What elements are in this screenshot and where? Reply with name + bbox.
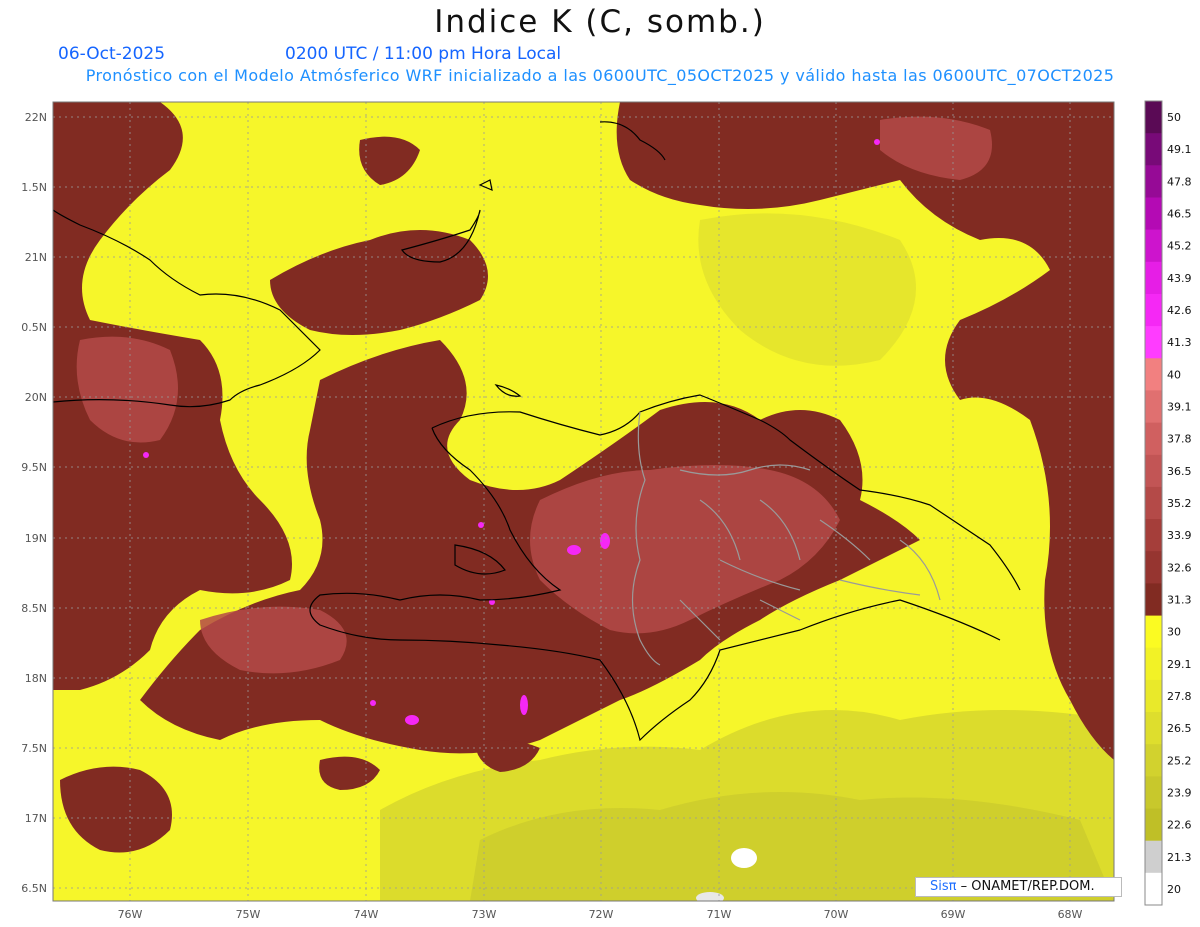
colorbar-swatch — [1145, 647, 1162, 681]
lon-tick: 70W — [824, 908, 849, 921]
colorbar-label: 29.1 — [1167, 658, 1192, 671]
colorbar-label: 30 — [1167, 626, 1181, 639]
colorbar-swatch — [1145, 583, 1162, 617]
colorbar-swatch — [1145, 165, 1162, 198]
lat-tick: 6.5N — [21, 882, 47, 895]
colorbar-swatch — [1145, 486, 1162, 520]
lon-tick: 73W — [472, 908, 497, 921]
colorbar-swatch — [1145, 422, 1162, 456]
map-panel: 22N 1.5N 21N 0.5N 20N 9.5N 19N 8.5N 18N … — [21, 100, 1192, 921]
lat-tick: 7.5N — [21, 742, 47, 755]
colorbar-swatch — [1145, 197, 1162, 231]
colorbar-swatch — [1145, 229, 1162, 263]
colorbar-label: 23.9 — [1167, 786, 1192, 799]
colorbar-swatch — [1145, 358, 1162, 391]
lon-tick: 76W — [118, 908, 143, 921]
lat-tick: 18N — [25, 672, 47, 685]
lon-tick: 69W — [941, 908, 966, 921]
colorbar-swatch — [1145, 294, 1162, 327]
colorbar-label: 21.3 — [1167, 851, 1192, 864]
colorbar-label: 40 — [1167, 368, 1181, 381]
lat-tick: 20N — [25, 391, 47, 404]
lon-tick: 68W — [1058, 908, 1083, 921]
lat-tick: 19N — [25, 532, 47, 545]
lat-tick: 21N — [25, 251, 47, 264]
colorbar-swatch — [1145, 551, 1162, 584]
colorbar-label: 37.8 — [1167, 433, 1192, 446]
lon-tick: 74W — [354, 908, 379, 921]
colorbar-label: 49.1 — [1167, 143, 1192, 156]
colorbar-label: 36.5 — [1167, 465, 1192, 478]
colorbar-label: 33.9 — [1167, 529, 1192, 542]
colorbar-swatch — [1145, 454, 1162, 488]
colorbar-swatch — [1145, 712, 1162, 745]
colorbar-swatch — [1145, 101, 1162, 134]
colorbar-label: 39.1 — [1167, 401, 1192, 414]
colorbar-label: 27.8 — [1167, 690, 1192, 703]
colorbar-label: 50 — [1167, 111, 1181, 124]
lon-tick: 72W — [589, 908, 614, 921]
colorbar-swatch — [1145, 261, 1162, 295]
sispi-logo: Sisπ — [930, 879, 957, 894]
credit-text: – ONAMET/REP.DOM. — [960, 879, 1095, 894]
colorbar-label: 43.9 — [1167, 272, 1192, 285]
lat-tick: 1.5N — [21, 181, 47, 194]
colorbar-label: 31.3 — [1167, 594, 1192, 607]
colorbar-label: 41.3 — [1167, 336, 1192, 349]
latitude-axis: 22N 1.5N 21N 0.5N 20N 9.5N 19N 8.5N 18N … — [21, 111, 47, 895]
colorbar-swatch — [1145, 326, 1162, 359]
colorbar-label: 47.8 — [1167, 175, 1192, 188]
colorbar-label: 25.2 — [1167, 754, 1192, 767]
k-index-field — [53, 102, 1114, 901]
colorbar-label: 22.6 — [1167, 819, 1192, 832]
lat-tick: 9.5N — [21, 461, 47, 474]
colorbar-swatch — [1145, 776, 1162, 810]
lon-tick: 71W — [707, 908, 732, 921]
k-max-spot-1 — [567, 545, 581, 555]
missing-data-patch-2 — [696, 892, 724, 901]
colorbar-swatch — [1145, 519, 1162, 552]
k-max-spot-4 — [520, 695, 528, 715]
colorbar-label: 26.5 — [1167, 722, 1192, 735]
k-max-spot-5 — [143, 452, 149, 458]
lat-tick: 22N — [25, 111, 47, 124]
k-max-spot-3 — [405, 715, 419, 725]
colorbar-swatch — [1145, 615, 1162, 649]
colorbar: 50 49.1 47.8 46.5 45.2 43.9 42.6 41.3 40 39.1 37.8… — [1144, 100, 1192, 906]
credit-box: Sisπ – ONAMET/REP.DOM. — [915, 877, 1122, 897]
lon-tick: 75W — [236, 908, 261, 921]
longitude-axis: 76W 75W 74W 73W 72W 71W 70W 69W 68W — [118, 908, 1083, 921]
lat-tick: 0.5N — [21, 321, 47, 334]
k-max-spot-7 — [478, 522, 484, 528]
colorbar-label: 45.2 — [1167, 240, 1192, 253]
colorbar-label: 46.5 — [1167, 208, 1192, 221]
colorbar-swatch — [1145, 808, 1162, 842]
colorbar-swatch — [1145, 872, 1162, 906]
colorbar-label: 42.6 — [1167, 304, 1192, 317]
colorbar-swatch — [1145, 679, 1162, 713]
k-max-spot-6 — [874, 139, 880, 145]
colorbar-label: 35.2 — [1167, 497, 1192, 510]
colorbar-swatch — [1145, 133, 1162, 166]
colorbar-label: 32.6 — [1167, 561, 1192, 574]
colorbar-swatch — [1145, 840, 1162, 874]
colorbar-label: 20 — [1167, 883, 1181, 896]
lat-tick: 17N — [25, 812, 47, 825]
colorbar-swatch — [1145, 744, 1162, 777]
missing-data-patch — [731, 848, 757, 868]
lat-tick: 8.5N — [21, 602, 47, 615]
colorbar-swatch — [1145, 390, 1162, 424]
k-max-spot-9 — [370, 700, 376, 706]
